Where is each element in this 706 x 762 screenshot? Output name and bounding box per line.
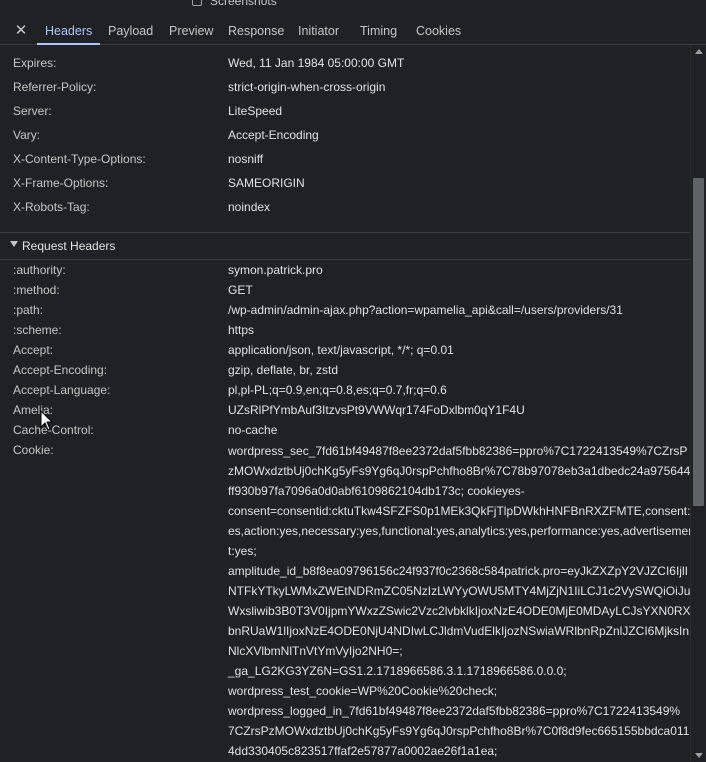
cookie-line: _ga_LG2KG3YZ6N=GS1.2.1718966586.3.1.1718…	[228, 664, 567, 678]
header-name: :scheme:	[13, 323, 62, 337]
header-name: Accept:	[13, 343, 54, 357]
header-name: Expires:	[13, 56, 57, 70]
tab-response[interactable]: Response	[228, 18, 284, 44]
tab-payload[interactable]: Payload	[108, 18, 153, 44]
cookie-line: wordpress_logged_in_7fd61bf49487f8ee2372…	[228, 704, 681, 718]
tab-initiator[interactable]: Initiator	[298, 18, 339, 44]
expand-triangle-icon	[10, 241, 18, 247]
cookie-line: consent=consentid:cktuTkw4SFZFS0p1MEk3Qk…	[228, 504, 690, 518]
scroll-up-arrow-icon[interactable]	[695, 49, 703, 54]
header-name: Vary:	[13, 128, 41, 142]
tab-cookies[interactable]: Cookies	[416, 18, 461, 44]
header-value: symon.patrick.pro	[228, 263, 323, 277]
header-value: https	[228, 323, 255, 337]
section-title: Request Headers	[22, 239, 116, 253]
screenshots-label: Screenshots	[210, 0, 277, 8]
header-name: :method:	[13, 283, 60, 297]
header-name: Referrer-Policy:	[13, 80, 97, 94]
header-name: X-Frame-Options:	[13, 176, 109, 190]
close-icon[interactable]: ✕	[12, 22, 30, 40]
header-value: SAMEORIGIN	[228, 176, 305, 190]
header-name: :authority:	[13, 263, 66, 277]
cookie-value: wordpress_sec_7fd61bf49487f8ee2372daf5fb…	[228, 441, 690, 761]
header-value: strict-origin-when-cross-origin	[228, 80, 386, 94]
scroll-down-arrow-icon[interactable]	[695, 753, 703, 758]
header-value: nosniff	[228, 152, 264, 166]
cookie-line: NlcXVlbmNlTnVtYmVyIjo2NH0=;	[228, 644, 403, 658]
header-name: Accept-Encoding:	[13, 363, 108, 377]
detail-tab-bar: ✕ Headers Payload Preview Response Initi…	[0, 18, 706, 45]
header-name: :path:	[13, 303, 44, 317]
cookie-line: zMOWxdztbUj0chKg5yFs9Yg6qJ0rspPchfho8Br%…	[228, 464, 690, 478]
header-value: gzip, deflate, br, zstd	[228, 363, 339, 377]
header-value: /wp-admin/admin-ajax.php?action=wpamelia…	[228, 303, 623, 317]
header-value: noindex	[228, 200, 271, 214]
cookie-line: 4dd330405c823517ffaf2e57877a0002ae26f1a1…	[228, 744, 498, 758]
cookie-line: amplitude_id_b8f8ea09796156c24f937f0c236…	[228, 564, 688, 578]
tab-headers[interactable]: Headers	[36, 18, 101, 45]
header-name: Cookie:	[13, 443, 54, 457]
mouse-pointer-icon	[40, 410, 54, 431]
vertical-scrollbar[interactable]	[690, 45, 706, 762]
header-value: Accept-Encoding	[228, 128, 319, 142]
tab-timing[interactable]: Timing	[360, 18, 397, 44]
header-name: Accept-Language:	[13, 383, 111, 397]
header-name: X-Robots-Tag:	[13, 200, 90, 214]
header-value: GET	[228, 283, 253, 297]
cookie-line: es,action:yes,necessary:yes,functional:y…	[228, 524, 690, 538]
cookie-line: wordpress_sec_7fd61bf49487f8ee2372daf5fb…	[228, 444, 688, 458]
header-value: UZsRlPfYmbAuf3ItzvsPt9VWWqr174FoDxlbm0qY…	[228, 403, 525, 417]
tab-preview[interactable]: Preview	[169, 18, 213, 44]
headers-content: Expires: Wed, 11 Jan 1984 05:00:00 GMT R…	[0, 45, 690, 762]
cookie-line: ff930b97fa7096a0d0abf6109862104db173c; c…	[228, 484, 525, 498]
top-toolbar-strip: Screenshots	[0, 0, 706, 12]
header-value: Wed, 11 Jan 1984 05:00:00 GMT	[228, 56, 405, 70]
header-value: pl,pl-PL;q=0.9,en;q=0.8,es;q=0.7,fr;q=0.…	[228, 383, 447, 397]
header-name: Server:	[13, 104, 52, 118]
cookie-line: NTFkYTkyLWMxZWEtNDRmZC05NzIzLWYyOWU5MTY4…	[228, 584, 690, 598]
request-headers-section-toggle[interactable]: Request Headers	[0, 232, 690, 260]
cookie-line: wordpress_test_cookie=WP%20Cookie%20chec…	[228, 684, 498, 698]
cookie-line: t:yes;	[228, 544, 257, 558]
screenshots-checkbox[interactable]	[192, 0, 202, 6]
header-value: LiteSpeed	[228, 104, 283, 118]
cookie-line: 7CZrsPzMOWxdztbUj0chKg5yFs9Yg6qJ0rspPchf…	[228, 724, 690, 738]
cookie-line: Wxsliwib3B0T3V0IjpmYWxzZSwic2Vzc2lvbklkI…	[228, 604, 690, 618]
header-value: application/json, text/javascript, */*; …	[228, 343, 454, 357]
devtools-network-panel: Screenshots ✕ Headers Payload Preview Re…	[0, 0, 706, 762]
header-value: no-cache	[228, 423, 278, 437]
scrollbar-thumb[interactable]	[693, 178, 704, 506]
header-name: X-Content-Type-Options:	[13, 152, 146, 166]
cookie-line: bnRUaW1lIjoxNzE4ODE0NjU4NDIwLCJldmVudElk…	[228, 624, 690, 638]
